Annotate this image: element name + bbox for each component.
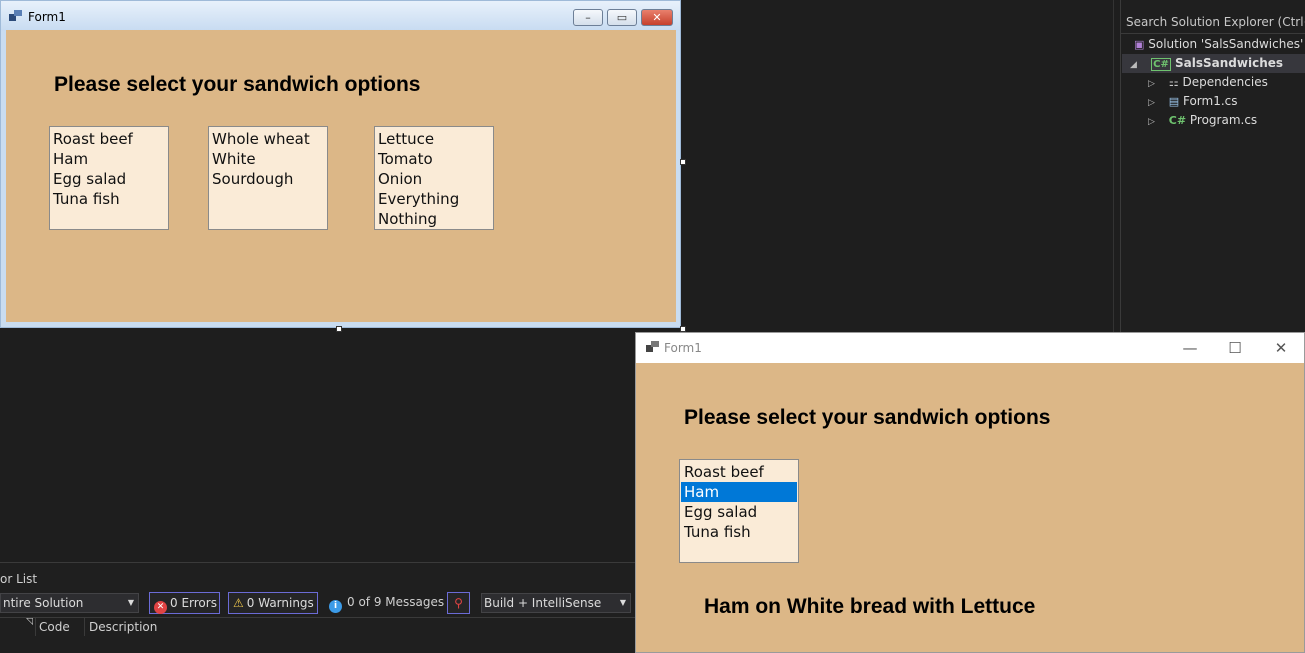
errors-filter-button[interactable]: ✕ 0 Errors xyxy=(149,592,220,614)
column-header-description[interactable]: Description xyxy=(89,620,157,634)
column-filter-icon[interactable]: ◹ xyxy=(26,617,33,627)
running-form-window[interactable]: Form1 — ☐ ✕ Please select your sandwich … xyxy=(635,332,1305,653)
column-separator[interactable] xyxy=(84,618,85,636)
tree-item-program[interactable]: ▷ C# Program.cs xyxy=(1148,111,1305,130)
csharp-project-icon: C# xyxy=(1151,58,1171,71)
designer-form-surface[interactable]: Please select your sandwich options Roas… xyxy=(6,30,676,322)
designer-bread-listbox[interactable]: Whole wheat White Sourdough xyxy=(208,126,328,230)
warning-icon: ⚠ xyxy=(233,596,244,610)
form-file-icon: ▤ xyxy=(1168,95,1180,108)
collapsed-chevron-icon[interactable]: ▷ xyxy=(1148,117,1155,127)
result-label: Ham on White bread with Lettuce xyxy=(704,595,1036,618)
designer-toppings-listbox[interactable]: Lettuce Tomato Onion Everything Nothing xyxy=(374,126,494,230)
info-icon: i xyxy=(329,600,342,613)
collapsed-chevron-icon[interactable]: ▷ xyxy=(1148,79,1155,89)
minimize-button[interactable]: — xyxy=(1175,337,1205,359)
dependencies-icon: ⚏ xyxy=(1168,76,1179,89)
resize-handle-right[interactable] xyxy=(680,159,686,165)
solution-search-input[interactable]: Search Solution Explorer (Ctrl+;) xyxy=(1121,12,1305,34)
tree-item-form1[interactable]: ▷ ▤ Form1.cs xyxy=(1148,92,1305,111)
tree-item-dependencies[interactable]: ▷ ⚏ Dependencies xyxy=(1148,73,1305,92)
list-item[interactable]: Tuna fish xyxy=(681,522,797,542)
designer-fillings-listbox[interactable]: Roast beef Ham Egg salad Tuna fish xyxy=(49,126,169,230)
csharp-file-icon: C# xyxy=(1168,114,1187,127)
list-item: Tuna fish xyxy=(53,190,120,208)
designer-titlebar[interactable]: Form1 – ▭ ✕ xyxy=(1,1,680,31)
build-filter-dropdown[interactable]: Build + IntelliSense ▼ xyxy=(481,593,631,613)
error-icon: ✕ xyxy=(154,601,167,614)
warnings-filter-button[interactable]: ⚠ 0 Warnings xyxy=(228,592,318,614)
list-item[interactable]: Roast beef xyxy=(681,462,797,482)
list-item: Everything xyxy=(378,190,460,208)
maximize-button[interactable]: ☐ xyxy=(1220,337,1250,359)
list-item: Ham xyxy=(53,150,89,168)
list-item: Nothing xyxy=(378,210,437,228)
designer-close-button[interactable]: ✕ xyxy=(641,9,673,26)
running-titlebar[interactable]: Form1 — ☐ ✕ xyxy=(636,333,1304,363)
designer-restore-button[interactable]: ▭ xyxy=(607,9,637,26)
panel-divider[interactable] xyxy=(1113,0,1114,332)
error-list-title: or List xyxy=(0,572,38,586)
solution-icon: ▣ xyxy=(1134,38,1145,51)
dropdown-arrow-icon: ▼ xyxy=(619,598,626,607)
collapsed-chevron-icon[interactable]: ▷ xyxy=(1148,98,1155,108)
expanded-chevron-icon[interactable]: ◢ xyxy=(1130,60,1137,70)
filter-icon[interactable]: ⚲ xyxy=(447,592,470,614)
list-item: Roast beef xyxy=(53,130,133,148)
designer-heading-label[interactable]: Please select your sandwich options xyxy=(54,73,420,97)
scope-dropdown[interactable]: ntire Solution ▼ xyxy=(0,593,139,613)
list-item: Tomato xyxy=(378,150,433,168)
form-icon xyxy=(9,10,23,22)
close-button[interactable]: ✕ xyxy=(1266,337,1296,359)
messages-filter-button[interactable]: i0 of 9 Messages xyxy=(329,595,444,613)
list-item: Sourdough xyxy=(212,170,294,188)
designer-minimize-button[interactable]: – xyxy=(573,9,603,26)
dropdown-arrow-icon: ▼ xyxy=(127,598,134,607)
list-item: Whole wheat xyxy=(212,130,310,148)
list-item: Egg salad xyxy=(53,170,127,188)
designer-form-window[interactable]: Form1 – ▭ ✕ Please select your sandwich … xyxy=(0,0,681,328)
resize-handle-bottom[interactable] xyxy=(336,326,342,332)
tree-item-project[interactable]: ◢ C# SalsSandwiches xyxy=(1122,54,1305,73)
tree-item-solution[interactable]: ▣ Solution 'SalsSandwiches' (1 xyxy=(1134,35,1305,54)
running-title: Form1 xyxy=(664,341,702,355)
running-fillings-listbox[interactable]: Roast beef Ham Egg salad Tuna fish xyxy=(679,459,799,563)
column-separator[interactable] xyxy=(35,618,36,636)
list-item: Onion xyxy=(378,170,423,188)
list-item-selected[interactable]: Ham xyxy=(681,482,797,502)
running-heading-label: Please select your sandwich options xyxy=(684,406,1051,429)
list-item[interactable]: Egg salad xyxy=(681,502,797,522)
column-header-divider xyxy=(0,617,635,618)
list-item: Lettuce xyxy=(378,130,435,148)
designer-title: Form1 xyxy=(28,10,66,24)
column-header-code[interactable]: Code xyxy=(39,620,70,634)
list-item: White xyxy=(212,150,256,168)
form-icon xyxy=(646,341,660,353)
